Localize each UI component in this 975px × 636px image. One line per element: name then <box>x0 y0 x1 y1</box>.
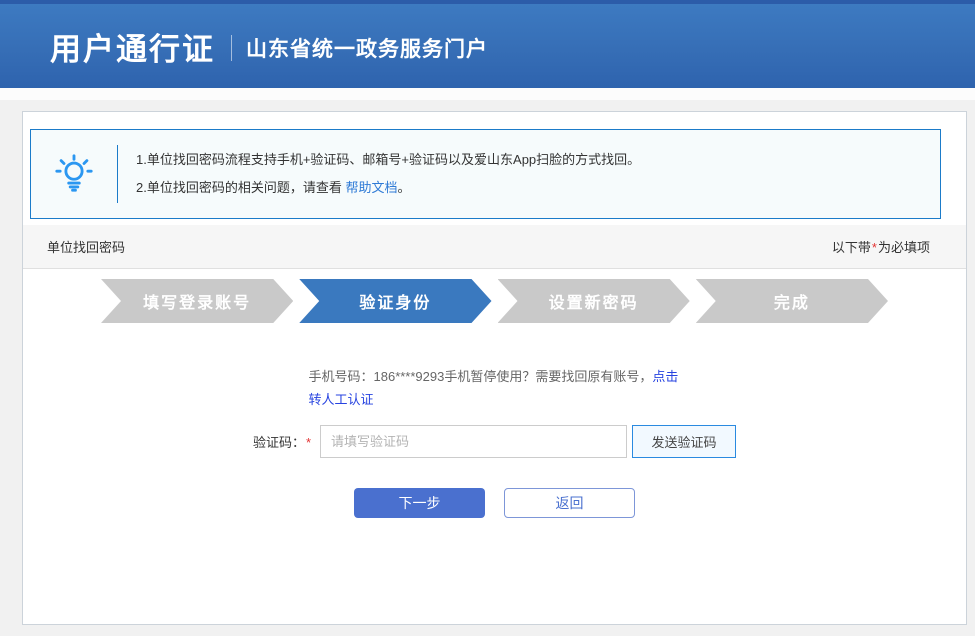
app-header: 用户通行证 山东省统一政务服务门户 <box>0 0 975 88</box>
captcha-row: 验证码：* 发送验证码 <box>23 425 966 458</box>
help-doc-link[interactable]: 帮助文档 <box>345 180 397 195</box>
notice-box: 1.单位找回密码流程支持手机+验证码、邮箱号+验证码以及爱山东App扫脸的方式找… <box>30 129 941 219</box>
step-fill-account: 填写登录账号 <box>101 279 293 323</box>
back-button[interactable]: 返回 <box>504 488 635 518</box>
captcha-required-asterisk: * <box>306 435 311 450</box>
phone-masked-text: 手机号码：186****9293手机暂停使用？需要找回原有账号， <box>309 369 653 384</box>
required-asterisk: * <box>872 240 877 255</box>
notice-line-2: 2.单位找回密码的相关问题，请查看 帮助文档。 <box>136 174 640 202</box>
step-set-new-password: 设置新密码 <box>498 279 690 323</box>
section-header: 单位找回密码 以下带*为必填项 <box>23 225 966 269</box>
actions-row: 下一步 返回 <box>23 488 966 518</box>
next-step-button[interactable]: 下一步 <box>354 488 485 518</box>
section-title: 单位找回密码 <box>47 237 125 256</box>
required-note: 以下带*为必填项 <box>832 237 930 256</box>
notice-text: 1.单位找回密码流程支持手机+验证码、邮箱号+验证码以及爱山东App扫脸的方式找… <box>118 146 640 202</box>
stepper: 填写登录账号 验证身份 设置新密码 完成 <box>101 279 888 323</box>
send-code-button[interactable]: 发送验证码 <box>632 425 736 458</box>
step-complete: 完成 <box>696 279 888 323</box>
portal-subtitle: 山东省统一政务服务门户 <box>246 33 488 63</box>
phone-note: 手机号码：186****9293手机暂停使用？需要找回原有账号，点击转人工认证 <box>309 365 681 411</box>
page-title: 用户通行证 <box>50 24 215 69</box>
captcha-label: 验证码：* <box>253 432 312 451</box>
notice-line-1: 1.单位找回密码流程支持手机+验证码、邮箱号+验证码以及爱山东App扫脸的方式找… <box>136 146 640 174</box>
main-card: 1.单位找回密码流程支持手机+验证码、邮箱号+验证码以及爱山东App扫脸的方式找… <box>22 111 967 625</box>
captcha-input[interactable] <box>320 425 627 458</box>
header-bottom-band <box>0 88 975 100</box>
step-verify-identity: 验证身份 <box>299 279 491 323</box>
header-divider <box>231 35 232 61</box>
lightbulb-icon <box>31 153 117 195</box>
